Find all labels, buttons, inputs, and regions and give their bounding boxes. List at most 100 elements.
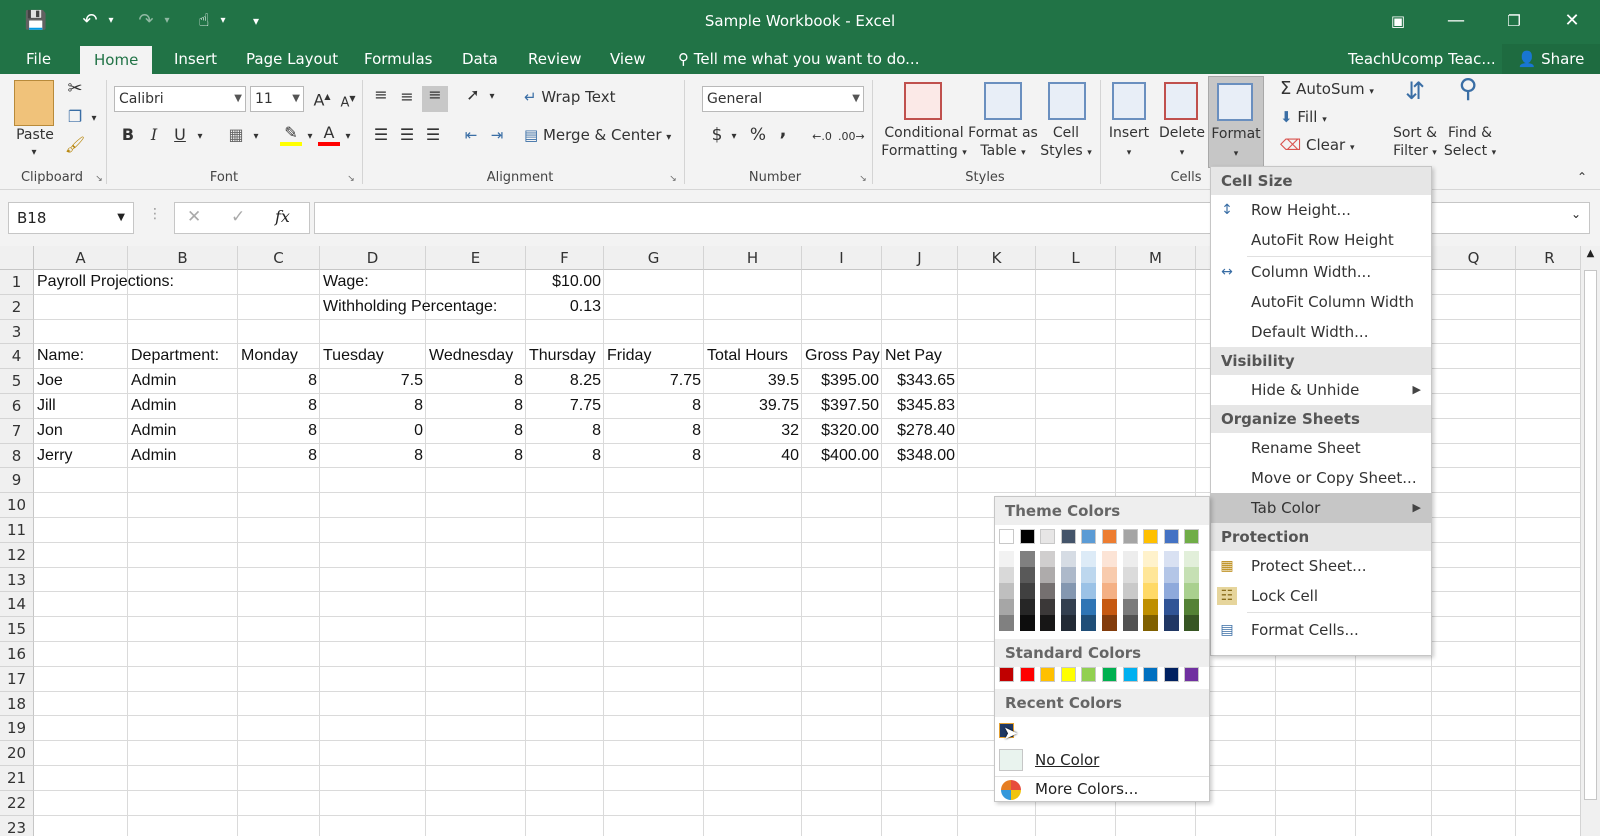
decrease-font-icon[interactable]: A▼ bbox=[338, 90, 358, 112]
vertical-scrollbar[interactable]: ▲ bbox=[1580, 246, 1600, 836]
cell-c4[interactable]: Monday bbox=[238, 344, 320, 368]
increase-font-icon[interactable]: A▲ bbox=[312, 88, 332, 109]
cell-b7[interactable]: Admin bbox=[128, 419, 238, 443]
cell-i5[interactable]: $395.00 bbox=[802, 369, 882, 393]
delete-cells-button[interactable]: Delete ▾ bbox=[1156, 124, 1208, 162]
menu-tab-color[interactable]: Tab Color ▶ bbox=[1211, 493, 1431, 523]
cell-styles-button[interactable]: Cell Styles ▾ bbox=[1036, 124, 1096, 162]
enter-icon[interactable]: ✓ bbox=[231, 207, 245, 227]
tab-page-layout[interactable]: Page Layout bbox=[232, 44, 352, 74]
currency-dropdown-icon[interactable]: ▾ bbox=[728, 128, 740, 146]
theme-tint-swatch[interactable] bbox=[1019, 583, 1035, 599]
theme-tint-swatch[interactable] bbox=[999, 615, 1014, 631]
cell-a7[interactable]: Jon bbox=[34, 419, 128, 443]
cell-g5[interactable]: 7.75 bbox=[604, 369, 704, 393]
row-header-1[interactable]: 1 bbox=[0, 270, 34, 295]
font-launcher-icon[interactable]: ↘ bbox=[344, 170, 358, 188]
tab-view[interactable]: View bbox=[596, 44, 660, 74]
cell-e5[interactable]: 8 bbox=[426, 369, 526, 393]
row-header-23[interactable]: 23 bbox=[0, 815, 34, 836]
cell-j6[interactable]: $345.83 bbox=[882, 394, 958, 418]
chevron-down-icon[interactable]: ▼ bbox=[117, 203, 125, 233]
copy-icon[interactable]: ❐ bbox=[64, 108, 86, 126]
standard-color-swatch[interactable] bbox=[1019, 667, 1035, 682]
cell-i4[interactable]: Gross Pay bbox=[802, 344, 882, 368]
conditional-formatting-button[interactable]: Conditional Formatting ▾ bbox=[880, 124, 968, 162]
orientation-icon[interactable]: ➚ bbox=[462, 86, 484, 104]
minimize-icon[interactable]: — bbox=[1444, 8, 1468, 34]
theme-tint-swatch[interactable] bbox=[1143, 583, 1159, 599]
cell-a4[interactable]: Name: bbox=[34, 344, 128, 368]
cell-e7[interactable]: 8 bbox=[426, 419, 526, 443]
theme-tint-swatch[interactable] bbox=[1143, 551, 1159, 567]
menu-default-width[interactable]: Default Width... bbox=[1211, 317, 1431, 347]
row-header-14[interactable]: 14 bbox=[0, 592, 34, 618]
number-launcher-icon[interactable]: ↘ bbox=[856, 170, 870, 188]
theme-color-swatch[interactable] bbox=[1081, 529, 1097, 544]
cell-f5[interactable]: 8.25 bbox=[526, 369, 604, 393]
align-center-icon[interactable]: ☰ bbox=[396, 126, 418, 144]
collapse-ribbon-icon[interactable]: ⌃ bbox=[1572, 168, 1592, 186]
autosum-button[interactable]: Σ AutoSum ▾ bbox=[1280, 80, 1390, 101]
theme-tint-swatch[interactable] bbox=[1184, 583, 1200, 599]
cell-h4[interactable]: Total Hours bbox=[704, 344, 802, 368]
cell-h5[interactable]: 39.5 bbox=[704, 369, 802, 393]
column-header-f[interactable]: F bbox=[526, 246, 604, 270]
cell-a8[interactable]: Jerry bbox=[34, 444, 128, 468]
theme-tint-swatch[interactable] bbox=[1122, 583, 1138, 599]
theme-tint-swatch[interactable] bbox=[1122, 599, 1138, 615]
tell-me-box[interactable]: ⚲ Tell me what you want to do... bbox=[664, 44, 933, 74]
cell-f7[interactable]: 8 bbox=[526, 419, 604, 443]
sort-filter-button[interactable]: Sort & Filter ▾ bbox=[1390, 124, 1440, 162]
tab-file[interactable]: File bbox=[12, 44, 65, 74]
cell-f4[interactable]: Thursday bbox=[526, 344, 604, 368]
italic-button[interactable]: I bbox=[144, 126, 164, 144]
insert-cells-icon[interactable] bbox=[1112, 82, 1146, 120]
format-cells-button[interactable]: Format ▾ bbox=[1208, 76, 1264, 168]
theme-tint-swatch[interactable] bbox=[1081, 551, 1097, 567]
theme-tint-swatch[interactable] bbox=[1060, 599, 1076, 615]
account-name[interactable]: TeachUcomp Teac... bbox=[1334, 44, 1510, 74]
cell-f6[interactable]: 7.75 bbox=[526, 394, 604, 418]
theme-tint-swatch[interactable] bbox=[1081, 599, 1097, 615]
theme-tint-swatch[interactable] bbox=[1102, 567, 1117, 583]
align-left-icon[interactable]: ☰ bbox=[370, 126, 392, 144]
cell-c8[interactable]: 8 bbox=[238, 444, 320, 468]
column-header-b[interactable]: B bbox=[128, 246, 238, 270]
clear-button[interactable]: ⌫ Clear ▾ bbox=[1280, 136, 1370, 157]
restore-icon[interactable]: ❐ bbox=[1502, 8, 1526, 34]
bold-button[interactable]: B bbox=[118, 126, 138, 144]
increase-decimal-icon[interactable]: ←.0 bbox=[810, 128, 834, 146]
row-header-17[interactable]: 17 bbox=[0, 666, 34, 692]
tab-insert[interactable]: Insert bbox=[160, 44, 231, 74]
font-color-dropdown-icon[interactable]: ▾ bbox=[342, 128, 354, 146]
theme-color-swatch[interactable] bbox=[1163, 529, 1179, 544]
row-header-10[interactable]: 10 bbox=[0, 493, 34, 518]
row-header-15[interactable]: 15 bbox=[0, 617, 34, 642]
row-header-7[interactable]: 7 bbox=[0, 418, 34, 444]
menu-rename-sheet[interactable]: Rename Sheet bbox=[1211, 433, 1431, 463]
row-header-20[interactable]: 20 bbox=[0, 741, 34, 766]
cell-b5[interactable]: Admin bbox=[128, 369, 238, 393]
font-name-combo[interactable]: Calibri ▼ bbox=[114, 86, 246, 112]
name-box[interactable]: B18 ▼ bbox=[8, 202, 134, 234]
row-header-21[interactable]: 21 bbox=[0, 766, 34, 791]
row-header-2[interactable]: 2 bbox=[0, 294, 34, 320]
column-header-l[interactable]: L bbox=[1036, 246, 1116, 270]
menu-lock-cell[interactable]: ☷ Lock Cell bbox=[1211, 581, 1431, 611]
cell-h8[interactable]: 40 bbox=[704, 444, 802, 468]
cell-j5[interactable]: $343.65 bbox=[882, 369, 958, 393]
bottom-align-icon[interactable]: ≡ bbox=[422, 86, 448, 112]
menu-column-width[interactable]: ↔ Column Width... bbox=[1211, 257, 1431, 287]
fill-color-dropdown-icon[interactable]: ▾ bbox=[304, 128, 316, 146]
percent-button[interactable]: % bbox=[748, 126, 768, 144]
standard-color-swatch[interactable] bbox=[1184, 667, 1200, 682]
cell-e4[interactable]: Wednesday bbox=[426, 344, 526, 368]
cell-h6[interactable]: 39.75 bbox=[704, 394, 802, 418]
theme-tint-swatch[interactable] bbox=[1184, 599, 1200, 615]
format-as-table-icon[interactable] bbox=[984, 82, 1022, 120]
theme-color-swatch[interactable] bbox=[1019, 529, 1035, 544]
column-header-j[interactable]: J bbox=[882, 246, 958, 270]
theme-tint-swatch[interactable] bbox=[1163, 583, 1179, 599]
decrease-decimal-icon[interactable]: .00→ bbox=[838, 128, 865, 146]
